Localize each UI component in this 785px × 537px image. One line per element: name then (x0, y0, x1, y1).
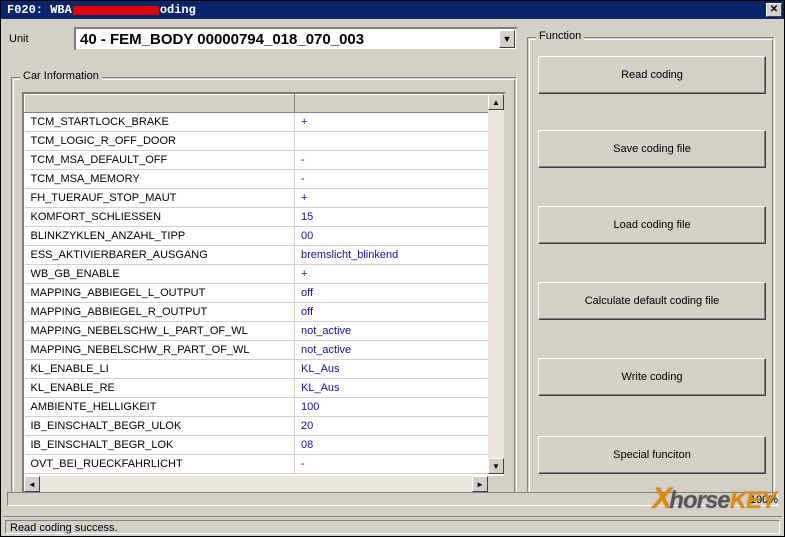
table-row[interactable]: AMBIENTE_HELLIGKEIT100 (25, 398, 504, 417)
param-value: 100 (295, 398, 504, 417)
param-value: KL_Aus (295, 379, 504, 398)
param-value: + (295, 113, 504, 132)
param-name: MAPPING_NEBELSCHW_R_PART_OF_WL (25, 341, 295, 360)
unit-value: 40 - FEM_BODY 00000794_018_070_003 (80, 31, 364, 48)
param-name: TCM_LOGIC_R_OFF_DOOR (25, 132, 295, 151)
param-value: + (295, 265, 504, 284)
read-coding-button[interactable]: Read coding (538, 56, 766, 94)
param-value: - (295, 170, 504, 189)
param-value: 08 (295, 436, 504, 455)
car-info-table-wrap: TCM_STARTLOCK_BRAKE+TCM_LOGIC_R_OFF_DOOR… (22, 92, 506, 494)
param-value: KL_Aus (295, 360, 504, 379)
param-value: 00 (295, 227, 504, 246)
param-value: + (295, 189, 504, 208)
scroll-right-icon[interactable]: ► (472, 476, 488, 492)
table-row[interactable]: TCM_STARTLOCK_BRAKE+ (25, 113, 504, 132)
param-value: off (295, 303, 504, 322)
title-prefix: F020: WBA (7, 3, 72, 17)
table-row[interactable]: KOMFORT_SCHLIESSEN15 (25, 208, 504, 227)
param-name: KOMFORT_SCHLIESSEN (25, 208, 295, 227)
table-row[interactable]: MAPPING_NEBELSCHW_L_PART_OF_WLnot_active (25, 322, 504, 341)
vertical-scrollbar[interactable]: ▲ ▼ (488, 94, 504, 474)
table-row[interactable]: KL_ENABLE_REKL_Aus (25, 379, 504, 398)
param-name: ESS_AKTIVIERBARER_AUSGANG (25, 246, 295, 265)
param-value: 15 (295, 208, 504, 227)
param-name: KL_ENABLE_LI (25, 360, 295, 379)
param-name: OVT_BEI_RUECKFAHRLICHT (25, 455, 295, 474)
param-value: - (295, 455, 504, 474)
table-row[interactable]: TCM_MSA_DEFAULT_OFF- (25, 151, 504, 170)
title-redaction (73, 6, 159, 15)
horizontal-scrollbar[interactable]: ◄ ► (24, 476, 488, 492)
table-row[interactable]: MAPPING_NEBELSCHW_R_PART_OF_WLnot_active (25, 341, 504, 360)
param-name: TCM_STARTLOCK_BRAKE (25, 113, 295, 132)
progress-percent: 100% (750, 494, 778, 506)
status-text: Read coding success. (5, 520, 780, 534)
param-value (295, 132, 504, 151)
param-value: bremslicht_blinkend (295, 246, 504, 265)
scroll-up-icon[interactable]: ▲ (488, 94, 504, 110)
param-name: FH_TUERAUF_STOP_MAUT (25, 189, 295, 208)
table-row[interactable]: IB_EINSCHALT_BEGR_ULOK20 (25, 417, 504, 436)
param-value: off (295, 284, 504, 303)
calculate-default-coding-button[interactable]: Calculate default coding file (538, 282, 766, 320)
param-name: MAPPING_ABBIEGEL_R_OUTPUT (25, 303, 295, 322)
table-row[interactable]: IB_EINSCHALT_BEGR_LOK08 (25, 436, 504, 455)
param-name: IB_EINSCHALT_BEGR_ULOK (25, 417, 295, 436)
table-row[interactable]: ESS_AKTIVIERBARER_AUSGANGbremslicht_blin… (25, 246, 504, 265)
status-bar: Read coding success. (3, 516, 782, 534)
table-row[interactable]: MAPPING_ABBIEGEL_R_OUTPUToff (25, 303, 504, 322)
param-name: MAPPING_ABBIEGEL_L_OUTPUT (25, 284, 295, 303)
param-value: not_active (295, 322, 504, 341)
param-value: 20 (295, 417, 504, 436)
chevron-down-icon[interactable]: ▼ (499, 30, 515, 48)
table-row[interactable]: BLINKZYKLEN_ANZAHL_TIPP00 (25, 227, 504, 246)
unit-label: Unit (9, 33, 64, 45)
param-name: IB_EINSCHALT_BEGR_LOK (25, 436, 295, 455)
param-name: AMBIENTE_HELLIGKEIT (25, 398, 295, 417)
param-name: TCM_MSA_DEFAULT_OFF (25, 151, 295, 170)
function-group: Function Read coding Save coding file Lo… (527, 37, 775, 505)
table-row[interactable]: TCM_MSA_MEMORY- (25, 170, 504, 189)
function-legend: Function (536, 30, 584, 42)
param-name: BLINKZYKLEN_ANZAHL_TIPP (25, 227, 295, 246)
param-value: - (295, 151, 504, 170)
table-row[interactable]: FH_TUERAUF_STOP_MAUT+ (25, 189, 504, 208)
app-window: F020: WBA oding ✕ Unit 40 - FEM_BODY 000… (0, 0, 785, 537)
table-row[interactable]: KL_ENABLE_LIKL_Aus (25, 360, 504, 379)
table-row[interactable]: MAPPING_ABBIEGEL_L_OUTPUToff (25, 284, 504, 303)
param-name: WB_GB_ENABLE (25, 265, 295, 284)
load-coding-file-button[interactable]: Load coding file (538, 206, 766, 244)
titlebar: F020: WBA oding ✕ (1, 1, 784, 19)
car-information-legend: Car Information (20, 70, 102, 82)
param-value: not_active (295, 341, 504, 360)
special-function-button[interactable]: Special funciton (538, 436, 766, 474)
param-name: TCM_MSA_MEMORY (25, 170, 295, 189)
save-coding-file-button[interactable]: Save coding file (538, 130, 766, 168)
title-suffix: oding (160, 3, 196, 17)
param-name: MAPPING_NEBELSCHW_L_PART_OF_WL (25, 322, 295, 341)
table-row[interactable]: OVT_BEI_RUECKFAHRLICHT- (25, 455, 504, 474)
write-coding-button[interactable]: Write coding (538, 358, 766, 396)
unit-combo[interactable]: 40 - FEM_BODY 00000794_018_070_003 ▼ (74, 27, 518, 51)
table-row[interactable]: WB_GB_ENABLE+ (25, 265, 504, 284)
car-info-table: TCM_STARTLOCK_BRAKE+TCM_LOGIC_R_OFF_DOOR… (24, 94, 504, 474)
car-information-group: Car Information TCM_STARTLOCK_BRAKE+TCM_… (11, 77, 517, 505)
scroll-left-icon[interactable]: ◄ (24, 476, 40, 492)
param-name: KL_ENABLE_RE (25, 379, 295, 398)
progress-bar (7, 492, 778, 506)
table-row[interactable]: TCM_LOGIC_R_OFF_DOOR (25, 132, 504, 151)
close-button[interactable]: ✕ (766, 3, 782, 17)
scroll-down-icon[interactable]: ▼ (488, 458, 504, 474)
